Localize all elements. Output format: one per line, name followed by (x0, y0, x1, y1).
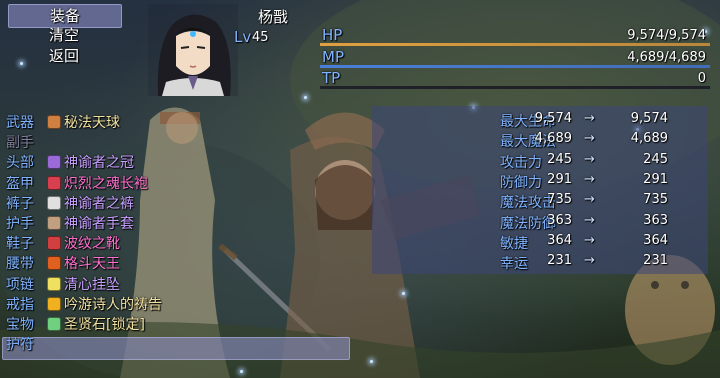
stat-current-value: 735 (547, 192, 572, 208)
stat-arrow: → (584, 212, 595, 228)
equip-slot-label: 武器 (6, 115, 34, 131)
equip-slot-label: 宝物 (6, 317, 34, 333)
hp-value: 9,574/9,574 (627, 28, 706, 43)
level-value: 45 (252, 30, 269, 45)
mp-value: 4,689/4,689 (627, 50, 706, 65)
tp-value: 0 (697, 71, 706, 86)
command-clear[interactable]: 清空 (8, 24, 120, 46)
stat-new-value: 231 (643, 253, 668, 269)
ring-icon (47, 296, 61, 311)
equip-slot-label: 盔甲 (6, 175, 34, 192)
equip-item-name[interactable]: 圣贤石[锁定] (64, 314, 145, 334)
mp-gauge-fill (320, 65, 710, 68)
stat-new-value: 9,574 (630, 111, 668, 126)
stat-arrow: → (584, 192, 595, 208)
stat-arrow: → (584, 171, 595, 187)
equip-slot-label: 护手 (6, 216, 34, 232)
equip-slot-cursor (2, 337, 350, 360)
stat-current-value: 4,689 (534, 131, 572, 147)
equip-scene: 装备 清空 返回 杨戬 Lv 45 HP 9,574/9,574 MP 4,68… (0, 0, 720, 378)
stat-new-value: 245 (643, 151, 668, 167)
equip-item-name[interactable]: 神谕者手套 (64, 213, 134, 233)
stat-new-value: 4,689 (630, 131, 668, 147)
stat-new-value: 363 (643, 212, 668, 228)
gem-icon (47, 317, 61, 331)
mp-label: MP (322, 48, 344, 66)
equip-item-name[interactable]: 秘法天球 (64, 112, 120, 132)
stat-current-value: 9,574 (534, 111, 572, 126)
mp-gauge (320, 65, 710, 68)
robe-icon (47, 175, 61, 190)
equip-item-name[interactable]: 格斗天王 (64, 253, 120, 273)
equip-item-name[interactable]: 炽烈之魂长袍 (64, 173, 148, 193)
sparkle-particle (240, 370, 243, 373)
stat-current-value: 245 (547, 151, 572, 167)
equip-slot-label: 鞋子 (6, 236, 34, 253)
boots-icon (47, 236, 61, 251)
level-label: Lv (234, 28, 252, 46)
sparkle-particle (402, 292, 405, 295)
stat-new-value: 364 (643, 232, 668, 248)
belt-icon (47, 256, 61, 271)
equip-slot-label: 护符 (6, 337, 34, 354)
stat-arrow: → (584, 232, 595, 248)
stat-current-value: 364 (547, 232, 572, 248)
tp-gauge (320, 86, 710, 89)
stat-arrow: → (584, 253, 595, 269)
equip-item-name[interactable]: 清心挂坠 (64, 274, 120, 294)
stat-current-value: 363 (547, 212, 572, 228)
equip-slot-label: 裤子 (6, 195, 34, 212)
equip-slot-label: 腰带 (6, 256, 34, 273)
sparkle-particle (370, 360, 373, 363)
stat-arrow: → (584, 131, 595, 147)
equip-slot-label: 戒指 (6, 296, 34, 313)
stat-label: 防御力 (500, 174, 542, 191)
stat-label: 敏捷 (500, 235, 528, 252)
pants-icon (47, 195, 61, 210)
hp-label: HP (322, 26, 343, 44)
stat-current-value: 291 (547, 171, 572, 187)
glove-icon (47, 216, 61, 230)
command-back[interactable]: 返回 (8, 45, 120, 67)
equip-slot-label: 头部 (6, 155, 34, 172)
hp-gauge (320, 43, 710, 46)
equip-slot-label: 副手 (6, 135, 34, 152)
equip-slot-label: 项链 (6, 276, 34, 293)
sparkle-particle (304, 96, 307, 99)
stat-label: 攻击力 (500, 154, 542, 171)
crown-icon (47, 155, 61, 170)
hp-gauge-fill (320, 43, 710, 46)
stat-label: 幸运 (500, 256, 528, 273)
equip-item-name[interactable]: 波纹之靴 (64, 233, 120, 253)
actor-name: 杨戬 (258, 8, 289, 26)
equip-item-name[interactable]: 吟游诗人的祷告 (64, 294, 162, 314)
actor-portrait (148, 4, 238, 96)
stat-new-value: 291 (643, 171, 668, 187)
equip-item-name[interactable]: 神谕者之裤 (64, 193, 134, 213)
equip-item-name[interactable]: 神谕者之冠 (64, 152, 134, 172)
stat-current-value: 231 (547, 253, 572, 269)
tp-label: TP (322, 69, 341, 87)
stat-arrow: → (584, 111, 595, 126)
stat-arrow: → (584, 151, 595, 167)
stat-new-value: 735 (643, 192, 668, 208)
wand-icon (47, 115, 61, 129)
necklace-icon (47, 276, 61, 291)
